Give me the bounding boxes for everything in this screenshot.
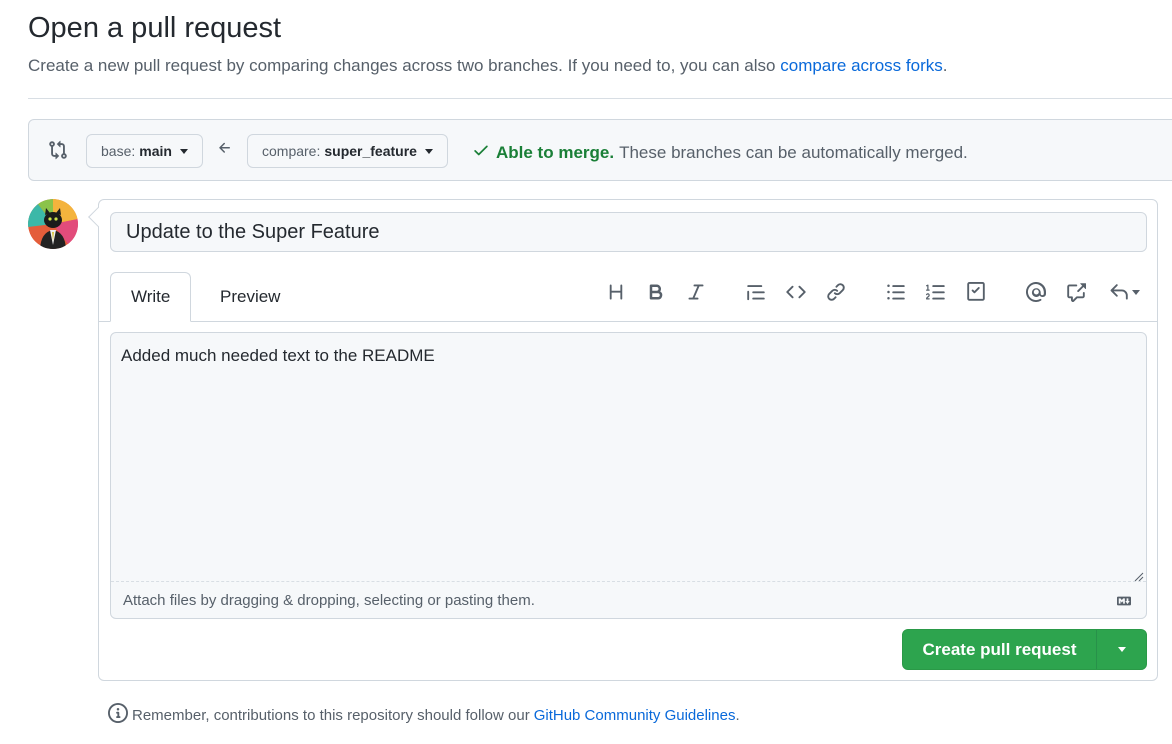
footer-note-end: .: [735, 706, 740, 724]
arrow-left-icon: [217, 140, 233, 156]
page-subtitle: Create a new pull request by comparing c…: [28, 56, 947, 76]
compare-branch-value: super_feature: [324, 143, 417, 159]
chevron-down-icon: [179, 148, 188, 154]
heading-icon[interactable]: [604, 280, 628, 304]
ordered-list-icon[interactable]: [924, 280, 948, 304]
unordered-list-icon[interactable]: [884, 280, 908, 304]
subtitle-text: Create a new pull request by comparing c…: [28, 56, 776, 75]
code-icon[interactable]: [784, 280, 808, 304]
pull-request-form: Update to the Super Feature Write Previe…: [88, 199, 1158, 681]
tab-write[interactable]: Write: [110, 272, 192, 322]
saved-replies-icon[interactable]: [1104, 280, 1144, 304]
bold-icon[interactable]: [644, 280, 668, 304]
cross-reference-icon[interactable]: [1064, 280, 1088, 304]
footer-note-text: Remember, contributions to this reposito…: [132, 706, 530, 724]
merge-status-label: Able to merge.: [496, 142, 615, 162]
tabs-divider: [99, 321, 1157, 322]
mention-icon[interactable]: [1024, 280, 1048, 304]
page-title: Open a pull request: [28, 12, 282, 44]
chevron-down-icon: [424, 148, 433, 154]
create-pull-request-button[interactable]: Create pull request: [902, 629, 1147, 670]
tab-preview[interactable]: Preview: [200, 272, 300, 322]
base-branch-select[interactable]: base: main: [86, 134, 203, 168]
chevron-down-icon: [1117, 647, 1126, 652]
base-branch-value: main: [139, 143, 172, 159]
pr-title-input[interactable]: Update to the Super Feature: [110, 212, 1147, 252]
community-guidelines-note: Remember, contributions to this reposito…: [108, 703, 740, 727]
header-divider: [28, 98, 1172, 99]
compare-branch-label: compare:: [262, 143, 321, 159]
check-icon: [472, 141, 490, 164]
link-icon[interactable]: [824, 280, 848, 304]
compare-across-forks-link[interactable]: compare across forks: [780, 56, 943, 75]
task-list-icon[interactable]: [964, 280, 988, 304]
quote-icon[interactable]: [744, 280, 768, 304]
markdown-icon[interactable]: [1114, 594, 1134, 608]
pr-body-text: Added much needed text to the README: [121, 346, 435, 365]
merge-status-detail: These branches can be automatically merg…: [619, 142, 968, 162]
info-icon: [108, 703, 128, 727]
create-pull-request-label: Create pull request: [922, 639, 1077, 659]
subtitle-end: .: [942, 56, 948, 75]
compare-branch-select[interactable]: compare: super_feature: [247, 134, 448, 168]
git-compare-icon: [48, 139, 68, 161]
create-pr-options-dropdown[interactable]: [1096, 630, 1146, 669]
attach-files-bar[interactable]: Attach files by dragging & dropping, sel…: [111, 581, 1146, 618]
attach-files-hint: Attach files by dragging & dropping, sel…: [123, 592, 535, 609]
base-branch-label: base:: [101, 143, 136, 159]
community-guidelines-link[interactable]: GitHub Community Guidelines: [534, 707, 736, 724]
branch-compare-bar: base: main compare: super_feature Able t…: [28, 119, 1172, 181]
pr-body-textarea[interactable]: Added much needed text to the README Att…: [110, 332, 1147, 619]
merge-status: Able to merge. These branches can be aut…: [472, 141, 968, 164]
italic-icon[interactable]: [684, 280, 708, 304]
avatar[interactable]: [28, 199, 78, 249]
composer-pointer: [88, 207, 108, 227]
chevron-down-icon: [1131, 289, 1140, 295]
resize-handle-icon[interactable]: [1134, 569, 1144, 582]
